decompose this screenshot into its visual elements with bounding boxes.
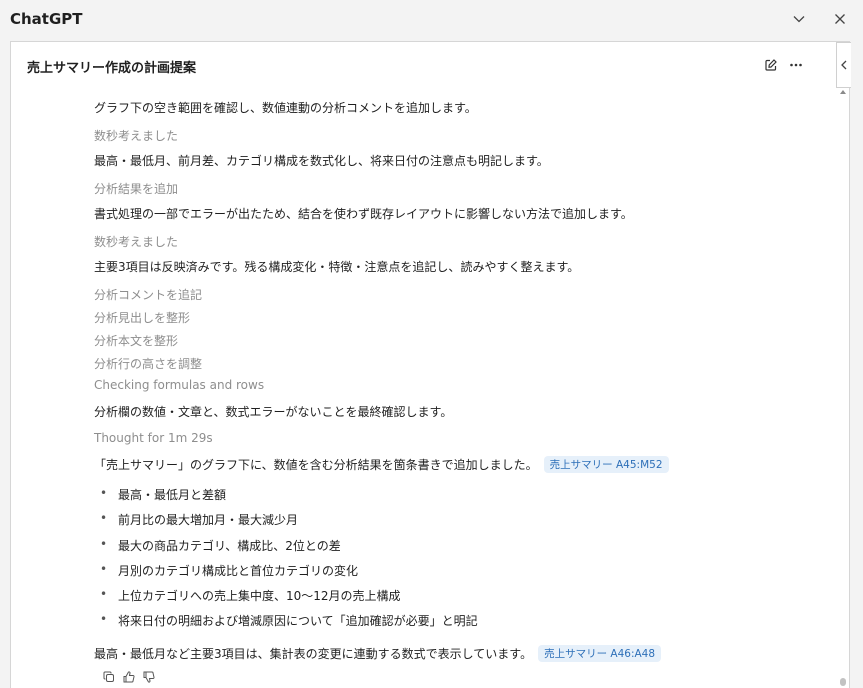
summary-line: 「売上サマリー」のグラフ下に、数値を含む分析結果を箇条書きで追加しました。 売上サ… bbox=[94, 456, 669, 473]
thinking-label[interactable]: 数秒考えました bbox=[94, 233, 178, 250]
like-button[interactable] bbox=[122, 670, 136, 684]
copy-icon bbox=[103, 671, 114, 682]
step-text: グラフ下の空き範囲を確認し、数値連動の分析コメントを追加します。 bbox=[94, 101, 477, 115]
step-text: 書式処理の一部でエラーが出たため、結合を使わず既存レイアウトに影響しない方法で追… bbox=[94, 207, 633, 221]
sidebar-toggle-button[interactable] bbox=[836, 42, 851, 88]
edit-button[interactable] bbox=[762, 56, 780, 74]
footer-text: 最高・最低月など主要3項目は、集計表の変更に連動する数式で表示しています。 bbox=[94, 647, 533, 661]
scrollbar[interactable] bbox=[837, 86, 849, 688]
action-label[interactable]: Checking formulas and rows bbox=[94, 378, 264, 392]
list-item: 最大の商品カテゴリ、構成比、2位との差 bbox=[100, 537, 341, 554]
dislike-button[interactable] bbox=[142, 670, 156, 684]
list-item: 月別のカテゴリ構成比と首位カテゴリの変化 bbox=[100, 562, 358, 579]
list-item: 前月比の最大増加月・最大減少月 bbox=[100, 511, 298, 528]
action-label[interactable]: 分析結果を追加 bbox=[94, 180, 178, 197]
action-label[interactable]: 分析コメントを追記 bbox=[94, 286, 202, 303]
message-actions bbox=[102, 670, 156, 684]
list-item: 上位カテゴリへの売上集中度、10〜12月の売上構成 bbox=[100, 587, 401, 604]
thumbs-down-icon bbox=[143, 671, 155, 683]
scroll-up-arrow[interactable] bbox=[839, 88, 847, 96]
conversation-title: 売上サマリー作成の計画提案 bbox=[27, 61, 197, 76]
triangle-up-icon bbox=[840, 90, 846, 94]
step-text: 主要3項目は反映済みです。残る構成変化・特徴・注意点を追記し、読みやすく整えます… bbox=[94, 260, 580, 274]
list-item: 最高・最低月と差額 bbox=[100, 486, 226, 503]
minimize-button[interactable] bbox=[788, 8, 810, 30]
action-label[interactable]: 分析本文を整形 bbox=[94, 332, 178, 349]
footer-line: 最高・最低月など主要3項目は、集計表の変更に連動する数式で表示しています。 売上サ… bbox=[94, 645, 662, 662]
panel-header: 売上サマリー作成の計画提案 bbox=[11, 42, 849, 86]
step-text: 最高・最低月、前月差、カテゴリ構成を数式化し、将来日付の注意点も明記します。 bbox=[94, 154, 549, 168]
step-text: 分析欄の数値・文章と、数式エラーがないことを最終確認します。 bbox=[94, 405, 453, 419]
more-options-button[interactable] bbox=[787, 56, 805, 74]
chat-panel: 売上サマリー作成の計画提案 グラフ下の空き範囲を確認し、数値連動の分析コメントを… bbox=[10, 41, 850, 688]
range-chip[interactable]: 売上サマリー A45:M52 bbox=[543, 456, 669, 473]
title-bar: ChatGPT bbox=[0, 0, 863, 40]
thought-duration-label[interactable]: Thought for 1m 29s bbox=[94, 431, 213, 445]
more-dots-icon bbox=[790, 63, 802, 67]
action-label[interactable]: 分析見出しを整形 bbox=[94, 309, 190, 326]
scroll-thumb[interactable] bbox=[840, 678, 846, 686]
thumbs-up-icon bbox=[123, 671, 135, 683]
compose-icon bbox=[765, 59, 777, 71]
close-button[interactable] bbox=[829, 8, 851, 30]
range-chip[interactable]: 売上サマリー A46:A48 bbox=[538, 645, 662, 662]
close-icon bbox=[835, 14, 845, 24]
copy-button[interactable] bbox=[102, 670, 116, 684]
summary-text: 「売上サマリー」のグラフ下に、数値を含む分析結果を箇条書きで追加しました。 bbox=[94, 458, 538, 472]
chevron-down-icon bbox=[793, 16, 805, 23]
thinking-label[interactable]: 数秒考えました bbox=[94, 127, 178, 144]
chevron-left-icon bbox=[841, 60, 847, 70]
app-title: ChatGPT bbox=[10, 10, 83, 28]
list-item: 将来日付の明細および増減原因について「追加確認が必要」と明記 bbox=[100, 612, 478, 629]
action-label[interactable]: 分析行の高さを調整 bbox=[94, 355, 202, 372]
